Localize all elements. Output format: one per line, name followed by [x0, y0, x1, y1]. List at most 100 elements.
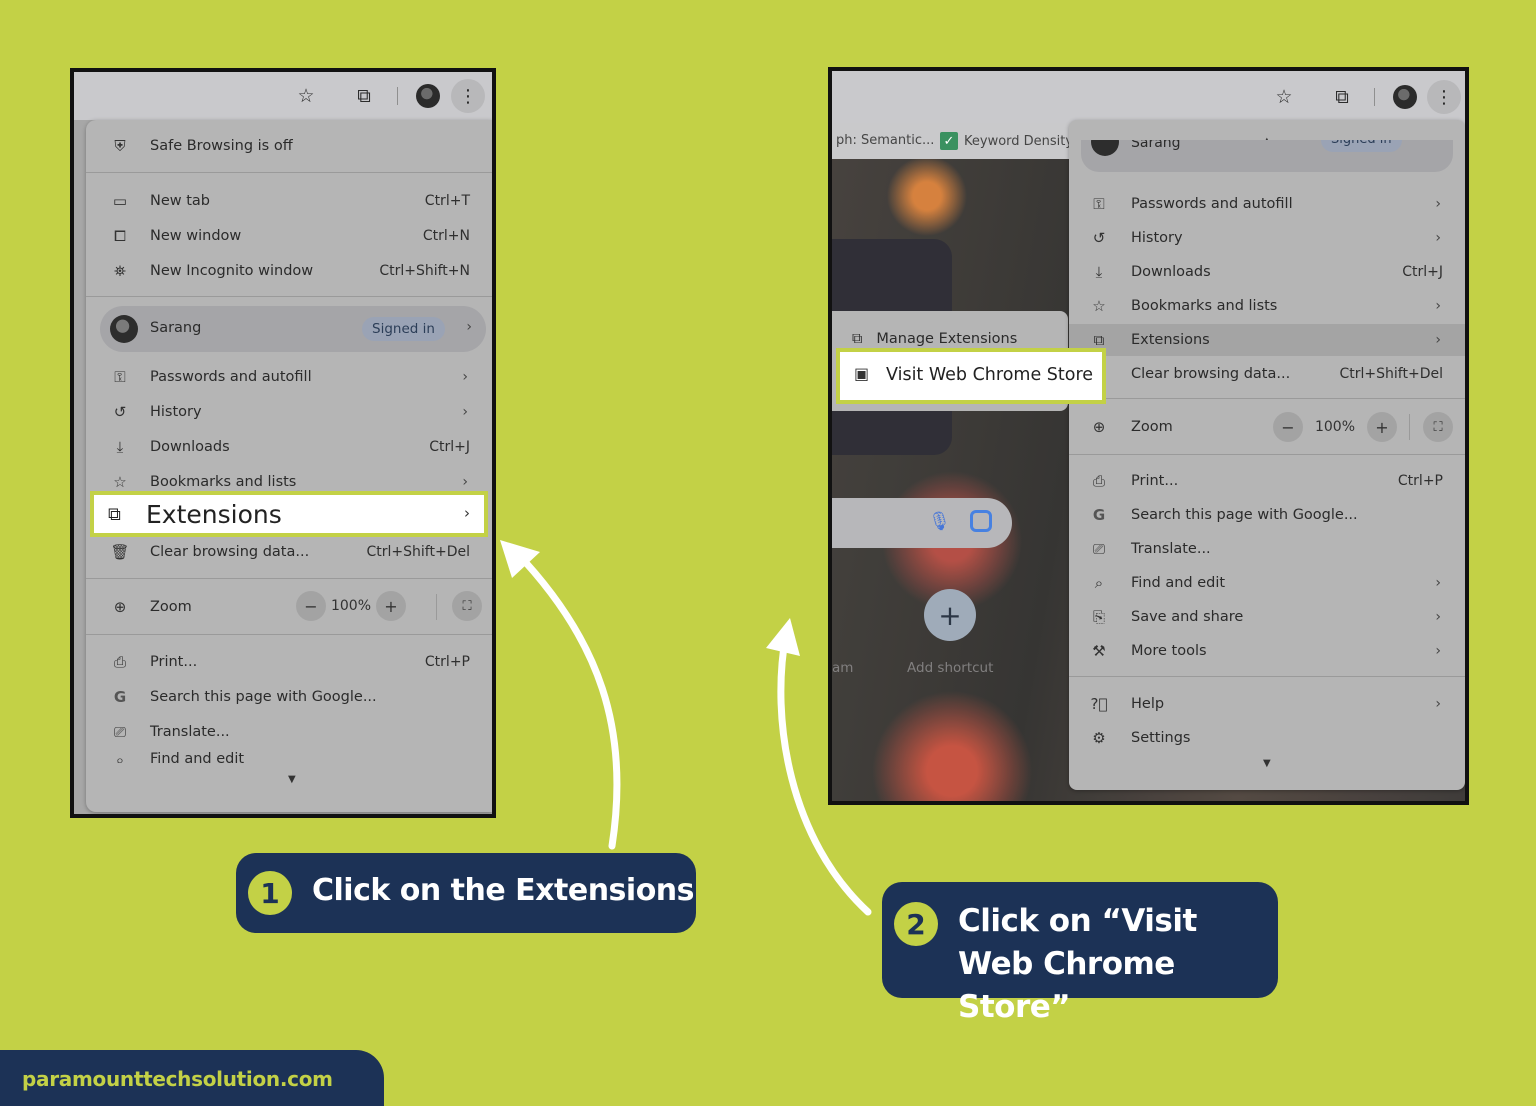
- zoom-icon: ⊕: [1092, 418, 1106, 436]
- toolbox-icon: ⚒: [1092, 642, 1106, 660]
- menu-divider: [1069, 398, 1465, 399]
- visit-web-store-highlight[interactable]: ▣ Visit Web Chrome Store: [836, 348, 1106, 404]
- signed-in-badge: Signed in: [362, 317, 445, 341]
- zoom-out-button[interactable]: −: [1273, 412, 1303, 442]
- profile-row[interactable]: Sarang Signed in ›: [100, 306, 486, 352]
- menu-item-history[interactable]: ↺ History ›: [86, 396, 492, 428]
- menu-item-settings[interactable]: ⚙ Settings: [1069, 722, 1465, 754]
- key-icon: ⚿: [1093, 195, 1105, 213]
- zoom-in-button[interactable]: +: [1367, 412, 1397, 442]
- menu-item-translate[interactable]: ⎚ Translate...: [1069, 533, 1465, 565]
- arrow-1-head: [500, 540, 540, 578]
- zoom-icon: ⊕: [113, 598, 127, 616]
- menu-item-passwords[interactable]: ⚿ Passwords and autofill ›: [86, 361, 492, 393]
- save-icon: ⎘: [1092, 608, 1105, 626]
- step-2-caption: 2 Click on “Visit Web Chrome Store”: [882, 882, 1278, 1025]
- menu-item-more-tools[interactable]: ⚒ More tools ›: [1069, 635, 1465, 667]
- profile-name: Sarang: [150, 320, 202, 336]
- menu-divider: [1069, 454, 1465, 455]
- fullscreen-icon[interactable]: ⛶: [1423, 412, 1453, 442]
- menu-item-new-window[interactable]: ⧠ New window Ctrl+N: [86, 220, 492, 252]
- print-icon: ⎙: [113, 653, 126, 671]
- new-tab-icon: ▭: [112, 192, 128, 210]
- zoom-value: 100%: [1314, 419, 1356, 435]
- find-icon: ⌕: [115, 751, 125, 763]
- avatar: [110, 315, 138, 343]
- extension-puzzle-icon[interactable]: ⧉: [352, 84, 376, 108]
- bookmark-star-icon: ☆: [113, 473, 127, 491]
- menu-item-print[interactable]: ⎙ Print... Ctrl+P: [1069, 465, 1465, 497]
- menu-item-help[interactable]: ?⃝ Help ›: [1069, 688, 1465, 720]
- menu-item-clear-data[interactable]: 🗑︎ Clear browsing data... Ctrl+Shift+Del: [86, 536, 492, 568]
- zoom-in-button[interactable]: +: [376, 591, 406, 621]
- chevron-right-icon: ›: [464, 504, 470, 522]
- menu-item-bookmarks[interactable]: ☆ Bookmarks and lists ›: [1069, 290, 1465, 322]
- menu-item-print[interactable]: ⎙ Print... Ctrl+P: [86, 646, 492, 678]
- menu-item-clear-data[interactable]: 🗑︎ Clear browsing data... Ctrl+Shift+Del: [1069, 358, 1465, 390]
- zoom-controls: − 100% +: [1273, 412, 1397, 442]
- menu-item-find-edit[interactable]: ⌕ Find and edit ›: [1069, 567, 1465, 599]
- toolbar-divider: [397, 87, 398, 105]
- menu-item-safe-browsing[interactable]: ⛨ Safe Browsing is off: [86, 130, 492, 162]
- more-vert-icon[interactable]: ⋮: [1427, 80, 1461, 114]
- more-vert-icon[interactable]: ⋮: [451, 79, 485, 113]
- fullscreen-icon[interactable]: ⛶: [452, 591, 482, 621]
- profile-name: Sarang: [1131, 140, 1181, 151]
- find-icon: ⌕: [1094, 574, 1104, 592]
- menu-item-downloads[interactable]: ⤓ Downloads Ctrl+J: [1069, 256, 1465, 288]
- chevron-right-icon: ›: [1435, 609, 1441, 625]
- chevron-right-icon: ›: [1435, 332, 1441, 348]
- menu-item-zoom: ⊕ Zoom: [1069, 411, 1465, 443]
- avatar: [1091, 140, 1119, 156]
- screenshot-panel-2: ☆ ⧉ ⋮ ph: Semantic... ✓ Keyword Density …: [828, 67, 1469, 805]
- store-icon: ▣: [854, 364, 870, 383]
- menu-item-extensions[interactable]: ⧉ Extensions ›: [1069, 324, 1465, 356]
- arrow-1: [512, 548, 621, 850]
- menu-item-translate[interactable]: ⎚ Translate...: [86, 716, 492, 748]
- chevron-right-icon: ›: [462, 404, 468, 420]
- menu-item-manage-extensions[interactable]: ⧉ Manage Extensions: [852, 331, 1017, 347]
- print-icon: ⎙: [1092, 472, 1105, 490]
- menu-item-save-share[interactable]: ⎘ Save and share ›: [1069, 601, 1465, 633]
- menu-item-new-incognito[interactable]: ⛯ New Incognito window Ctrl+Shift+N: [86, 255, 492, 287]
- menu-item-find-edit[interactable]: ⌕ Find and edit: [86, 751, 492, 763]
- zoom-out-button[interactable]: −: [296, 591, 326, 621]
- star-icon[interactable]: ☆: [294, 84, 318, 108]
- extensions-highlight[interactable]: ⧉ Extensions ›: [90, 491, 488, 537]
- menu-item-search-page[interactable]: G Search this page with Google...: [1069, 499, 1465, 531]
- menu-item-passwords[interactable]: ⚿ Passwords and autofill ›: [1069, 188, 1465, 220]
- zoom-controls: − 100% +: [296, 591, 406, 621]
- scroll-down-icon[interactable]: ▼: [288, 774, 296, 785]
- chevron-right-icon: ›: [1435, 643, 1441, 659]
- trash-icon: 🗑︎: [110, 543, 130, 561]
- menu-divider: [1069, 676, 1465, 677]
- scroll-down-icon[interactable]: ▼: [1263, 758, 1271, 769]
- menu-item-new-tab[interactable]: ▭ New tab Ctrl+T: [86, 185, 492, 217]
- zoom-value: 100%: [330, 598, 372, 614]
- menu-item-search-page[interactable]: G Search this page with Google...: [86, 681, 492, 713]
- toolbar-divider: [1374, 88, 1375, 106]
- chevron-right-icon: ›: [1435, 696, 1441, 712]
- avatar[interactable]: [1393, 85, 1417, 109]
- menu-item-downloads[interactable]: ⤓ Downloads Ctrl+J: [86, 431, 492, 463]
- arrow-2-head: [766, 618, 800, 656]
- brand-footer: paramounttechsolution.com: [0, 1050, 384, 1106]
- extension-puzzle-icon: ⧉: [1093, 331, 1105, 349]
- avatar[interactable]: [416, 84, 440, 108]
- help-icon: ?⃝: [1090, 695, 1108, 713]
- chrome-main-menu: ⛨ Safe Browsing is off ▭ New tab Ctrl+T …: [86, 120, 492, 812]
- extension-puzzle-icon[interactable]: ⧉: [1330, 85, 1354, 109]
- step-number-2: 2: [894, 902, 938, 946]
- chevron-right-icon: ›: [462, 474, 468, 490]
- chevron-right-icon: ›: [1435, 298, 1441, 314]
- extension-puzzle-icon: ⧉: [108, 504, 121, 525]
- browser-toolbar: ☆ ⧉ ⋮: [832, 71, 1465, 123]
- menu-divider: [436, 594, 437, 620]
- google-g-icon: G: [113, 688, 127, 706]
- star-icon[interactable]: ☆: [1272, 85, 1296, 109]
- profile-row[interactable]: Sarang Signed in: [1081, 140, 1453, 172]
- chevron-right-icon: ›: [1435, 196, 1441, 212]
- menu-item-history[interactable]: ↺ History ›: [1069, 222, 1465, 254]
- brand-url[interactable]: paramounttechsolution.com: [22, 1067, 333, 1091]
- history-icon: ↺: [1092, 229, 1106, 247]
